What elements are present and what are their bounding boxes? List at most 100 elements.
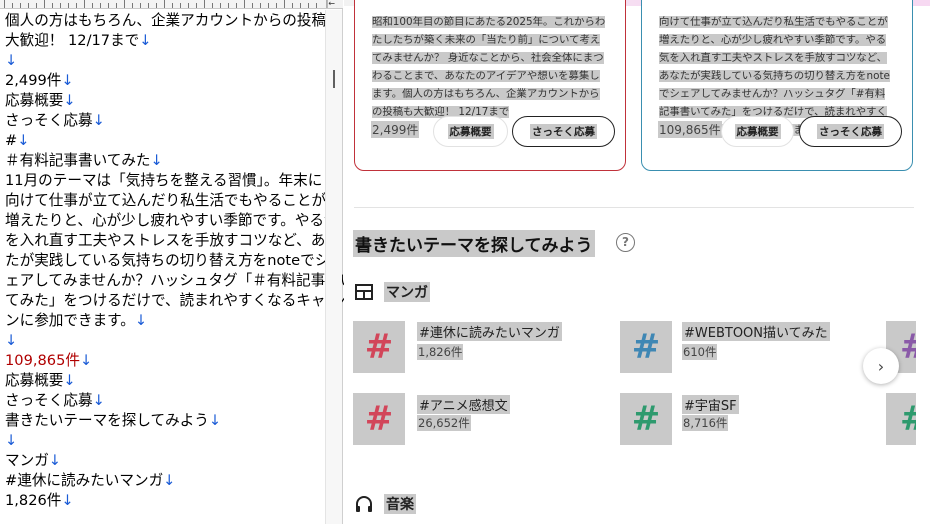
editor-line: てみた」をつけるだけで、読まれやすくなるキャンペー: [5, 291, 369, 311]
ruler-tick: [84, 0, 85, 8]
ruler-tick: [260, 3, 261, 8]
editor-line-text: 書きたいテーマを探してみよう: [5, 412, 209, 429]
browser-viewport: 昭和100年目の節目にあたる2025年。これからわ たしたちが築く未来の「当たり前…: [344, 0, 930, 524]
tag-thumbnail[interactable]: #: [886, 393, 916, 445]
text-editor[interactable]: |← 個人の方はもちろん、企業アカウントからの投稿も 大歓迎！ 12/17まで↓ ↓…: [0, 0, 369, 524]
description-line: てみませんか？ 身近なことから、社会全体にまつ: [372, 52, 604, 64]
overview-button[interactable]: 応募概要: [721, 116, 794, 147]
editor-line: 書きたいテーマを探してみよう↓: [5, 411, 325, 431]
editor-line: 増えたりと、心が少し疲れやすい季節です。やる気: [5, 211, 339, 231]
line-break-marker: ↓: [79, 352, 93, 369]
ruler: |←: [0, 0, 343, 9]
line-break-marker: ↓: [150, 152, 163, 169]
contest-card[interactable]: 向けて仕事が立て込んだり私生活でもやることが 増えたりと、心が少し疲れやすい季節で…: [641, 0, 913, 171]
editor-line: #↓: [5, 131, 325, 151]
overview-button[interactable]: 応募概要: [433, 116, 508, 147]
editor-line: たが実践している気持ちの切り替え方をnoteでシ: [5, 251, 329, 271]
tag-name[interactable]: #宇宙SF: [682, 395, 739, 414]
ruler-tick: [172, 3, 173, 8]
ruler-tick: [212, 3, 213, 8]
editor-line: ンに参加できます。↓: [5, 311, 325, 331]
line-break-marker: ↓: [61, 72, 74, 89]
editor-line-text: 応募概要: [5, 92, 64, 109]
ruler-tick: [180, 3, 181, 8]
apply-now-button[interactable]: さっそく応募: [512, 116, 615, 147]
hash-icon: #: [631, 327, 661, 367]
line-break-marker: ↓: [61, 492, 74, 509]
editor-scroll-thumb[interactable]: [333, 70, 335, 88]
editor-line: 109,865件↓: [5, 351, 325, 371]
ruler-tick: [36, 3, 37, 8]
ruler-tick: [20, 3, 21, 8]
entry-count: 109,865件: [658, 121, 722, 138]
editor-line-text: さっそく応募: [5, 392, 93, 409]
editor-line-text: #連休に読みたいマンガ: [5, 472, 164, 489]
editor-line-text: #: [5, 132, 18, 149]
line-break-marker: ↓: [5, 52, 18, 69]
ruler-tick: [148, 3, 149, 8]
ruler-tick: [308, 3, 309, 8]
ruler-tick: [244, 0, 245, 8]
editor-line-text: 11月のテーマは「気持ちを整える習慣」。年末に: [5, 172, 323, 189]
editor-line-text: ンに参加できます。: [5, 312, 135, 329]
editor-line-text: 応募概要: [5, 372, 64, 389]
description-line: わることまで、あなたのアイデアや想いを募集し: [372, 70, 600, 82]
tag-name[interactable]: #WEBTOON描いてみた: [682, 322, 830, 341]
headphones-icon: [354, 494, 374, 514]
description-line: ます。個人の方はもちろん、企業アカウントから: [372, 88, 600, 100]
line-break-marker: ↓: [92, 392, 105, 409]
editor-line: ↓: [5, 51, 325, 71]
line-break-marker: ↓: [63, 372, 76, 389]
ruler-tick: [196, 3, 197, 8]
ruler-tick: [4, 0, 5, 8]
editor-scrollbar[interactable]: [325, 10, 342, 524]
tag-thumbnail[interactable]: #: [620, 393, 672, 445]
section-divider: [354, 207, 914, 208]
ruler-tick: [28, 3, 29, 8]
ruler-tick: [12, 3, 13, 8]
editor-line-text: てみた」をつけるだけで、読まれやすくなるキャンペー: [5, 292, 370, 309]
help-icon[interactable]: ?: [616, 233, 635, 252]
ruler-tick: [220, 3, 221, 8]
editor-line: 大歓迎！ 12/17まで↓: [5, 31, 325, 51]
ruler-tick: [52, 3, 53, 8]
ruler-tick: [124, 0, 125, 8]
ruler-tick: [92, 3, 93, 8]
contest-card[interactable]: 昭和100年目の節目にあたる2025年。これからわ たしたちが築く未来の「当たり前…: [354, 0, 626, 171]
editor-line: 個人の方はもちろん、企業アカウントからの投稿も: [5, 11, 341, 31]
line-break-marker: ↓: [63, 92, 76, 109]
ruler-tick: [204, 0, 205, 8]
ruler-tick: [100, 3, 101, 8]
ruler-tick: [132, 3, 133, 8]
description-line: 向けて仕事が立て込んだり私生活でもやることが: [659, 16, 888, 28]
ruler-tick: [316, 3, 317, 8]
editor-line-text: 大歓迎！ 12/17まで: [5, 32, 140, 49]
next-arrow-button[interactable]: ›: [863, 348, 899, 384]
description-line: でシェアしてみませんか？ハッシュタグ「#有料: [659, 88, 886, 100]
tag-count: 26,652件: [417, 415, 471, 431]
editor-line-text: 向けて仕事が立て込んだり私生活でもやることが: [5, 192, 327, 209]
tag-name[interactable]: #連休に読みたいマンガ: [417, 322, 562, 341]
apply-now-button[interactable]: さっそく応募: [799, 116, 902, 147]
editor-line: を入れ直す工夫やストレスを手放すコツなど、あな: [5, 231, 340, 251]
ruler-tick: [156, 3, 157, 8]
tag-thumbnail[interactable]: #: [620, 321, 672, 373]
line-break-marker: ↓: [139, 32, 152, 49]
section-title: 書きたいテーマを探してみよう: [353, 230, 595, 257]
entry-count: 2,499件: [371, 121, 420, 138]
tag-name[interactable]: #アニメ感想文: [417, 395, 510, 414]
contest-description: 昭和100年目の節目にあたる2025年。これからわ たしたちが築く未来の「当たり前…: [372, 13, 616, 121]
line-break-marker: ↓: [48, 452, 62, 469]
editor-text-area[interactable]: 個人の方はもちろん、企業アカウントからの投稿も 大歓迎！ 12/17まで↓ ↓ 2,4…: [5, 11, 369, 511]
ruler-tick: [68, 3, 69, 8]
ruler-tick: [60, 3, 61, 8]
ruler-tick: [268, 3, 269, 8]
editor-line-text: ェアしてみませんか？ハッシュタグ「＃有料記事書い: [5, 272, 355, 289]
tag-thumbnail[interactable]: #: [353, 321, 405, 373]
line-break-marker: ↓: [5, 432, 18, 449]
editor-line: 応募概要↓: [5, 371, 325, 391]
description-line: 昭和100年目の節目にあたる2025年。これからわ: [372, 16, 606, 28]
hash-icon: #: [364, 399, 394, 439]
tag-thumbnail[interactable]: #: [353, 393, 405, 445]
ruler-tick: [300, 3, 301, 8]
